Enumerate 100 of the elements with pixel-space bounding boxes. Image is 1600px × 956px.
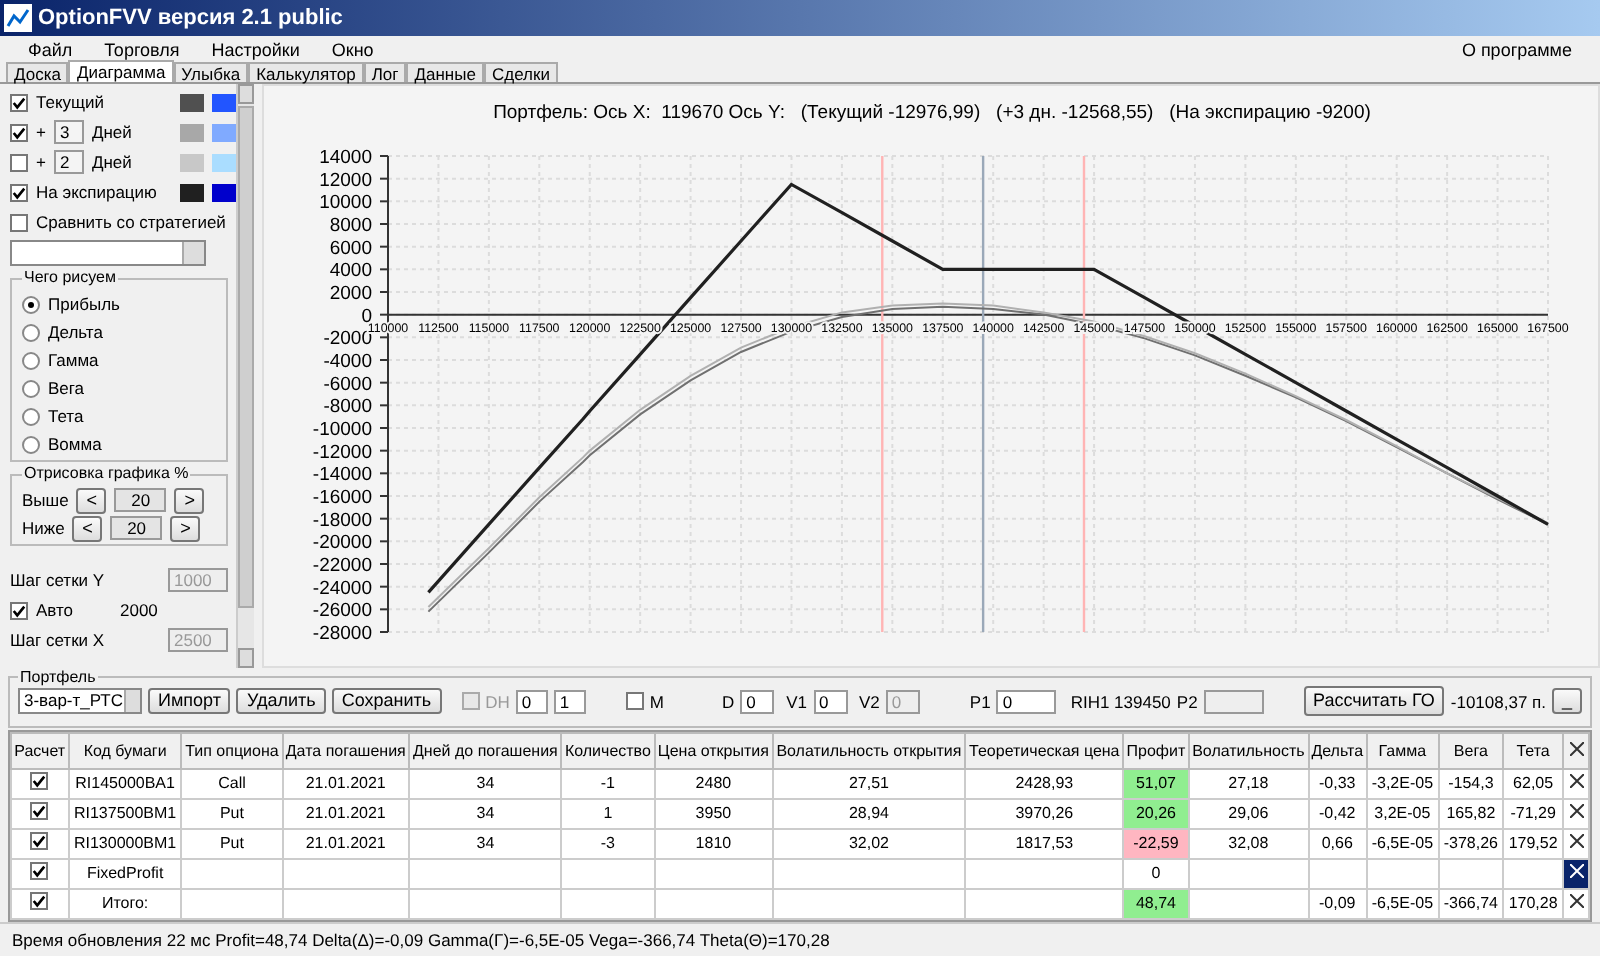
percent-field[interactable]: 20 [110, 516, 163, 540]
tab[interactable]: Диаграмма [68, 60, 174, 82]
margin-value: -10108,37 п. [1450, 691, 1546, 711]
strategy-dropdown[interactable] [10, 240, 206, 266]
table-cell: 62,05 [1513, 774, 1554, 792]
table-cell: Итого: [101, 894, 149, 912]
menu-item[interactable]: Настройки [195, 39, 316, 59]
grid-step-value: 2000 [120, 600, 158, 620]
radio-button[interactable] [22, 435, 40, 453]
checkbox[interactable] [10, 93, 28, 111]
close-icon[interactable] [1569, 774, 1583, 788]
input-field[interactable]: 0 [813, 689, 847, 713]
table-cell: 2480 [695, 774, 732, 792]
column-header: Дней до погашения [409, 733, 562, 769]
color-swatch[interactable] [212, 183, 236, 201]
close-icon[interactable] [1569, 804, 1583, 818]
increase-button[interactable]: > [170, 515, 201, 541]
close-icon[interactable] [1569, 894, 1583, 908]
checkbox[interactable] [30, 832, 49, 850]
profit-cell: -22,59 [1123, 829, 1189, 859]
checkbox[interactable] [10, 153, 28, 171]
tab[interactable]: Улыбка [173, 62, 249, 82]
table-cell: 29,06 [1228, 804, 1269, 822]
calculate-button[interactable]: Рассчитать ГО [1303, 686, 1445, 716]
portfolio-dropdown[interactable]: 3-вар-т_РТС [18, 688, 142, 714]
checkbox[interactable] [30, 802, 49, 820]
field-label: V1 [786, 691, 807, 711]
column-header: Цена открытия [654, 733, 773, 769]
axis-label: -8000 [323, 396, 372, 419]
series-label: На экспирацию [36, 182, 159, 202]
table-cell: 1 [603, 804, 613, 822]
table-cell: 34 [476, 804, 495, 822]
table-cell: 21.01.2021 [305, 804, 386, 822]
color-swatch[interactable] [180, 153, 204, 171]
spin-field[interactable]: 0 [515, 689, 548, 713]
table-cell: -0,42 [1319, 804, 1356, 822]
tab[interactable]: Калькулятор [248, 62, 364, 82]
decrease-button[interactable]: < [72, 515, 103, 541]
menu-item[interactable]: Файл [12, 39, 89, 59]
axis-label: -10000 [312, 419, 372, 441]
toolbar-button[interactable]: Сохранить [331, 688, 442, 714]
small-button[interactable]: _ [1552, 688, 1582, 714]
profit-cell: 51,07 [1123, 769, 1189, 799]
toolbar-button[interactable]: Удалить [236, 688, 326, 714]
radio-button[interactable] [22, 351, 40, 369]
axis-label: -18000 [312, 509, 372, 532]
table-cell: -378,26 [1443, 834, 1498, 852]
scrollbar[interactable] [236, 84, 254, 668]
axis-label: -26000 [312, 600, 372, 623]
radio-button[interactable] [22, 295, 40, 313]
color-swatch[interactable] [180, 183, 204, 201]
table-cell: -6,5E-05 [1371, 834, 1434, 852]
days-field[interactable]: 2 [53, 150, 84, 174]
radio-button[interactable] [22, 379, 40, 397]
column-header: Теоретическая цена [965, 733, 1124, 769]
close-icon[interactable] [1569, 834, 1583, 848]
checkbox[interactable] [10, 601, 28, 619]
grid-step-label: Шаг сетки X [10, 630, 107, 650]
axis-label: -22000 [312, 555, 372, 577]
column-header: Код бумаги [68, 733, 182, 769]
tab[interactable]: Данные [406, 62, 484, 82]
percent-field[interactable]: 20 [114, 488, 167, 512]
radio-button[interactable] [22, 323, 40, 341]
color-swatch[interactable] [212, 93, 236, 111]
input-field[interactable]: 0 [996, 689, 1057, 713]
radio-button[interactable] [22, 407, 40, 425]
table-cell: 3950 [695, 804, 732, 822]
tab[interactable]: Доска [6, 62, 69, 82]
menu-item[interactable]: Окно [315, 39, 390, 59]
field-label: D [721, 691, 735, 711]
menu-item[interactable]: О программе [1445, 39, 1588, 59]
profit-cell: 0 [1123, 859, 1189, 889]
increase-button[interactable]: > [174, 487, 205, 513]
tab[interactable]: Сделки [483, 62, 558, 82]
input-field[interactable]: 0 [740, 689, 775, 713]
series-label: Дней [91, 152, 134, 172]
column-header: Вега [1438, 733, 1504, 769]
checkbox[interactable] [10, 123, 28, 141]
color-swatch[interactable] [180, 93, 204, 111]
checkbox[interactable] [30, 772, 49, 790]
color-swatch[interactable] [212, 153, 236, 171]
checkbox[interactable] [10, 183, 28, 201]
chart-title: Портфель: Ось X: 119670 Ось Y: (Текущий -12976,99) (+3 дн. -12568,55) (На экспирацию -9200) [493, 102, 1371, 124]
table-cell: 27,18 [1228, 774, 1269, 792]
decrease-button[interactable]: < [76, 487, 107, 513]
checkbox[interactable] [30, 862, 49, 880]
checkbox[interactable] [625, 692, 644, 710]
table-cell: Put [219, 804, 244, 822]
color-swatch[interactable] [212, 123, 236, 141]
color-swatch[interactable] [180, 123, 204, 141]
axis-label: -4000 [323, 351, 372, 373]
menu-item[interactable]: Торговля [88, 39, 196, 59]
table-cell: -0,09 [1319, 894, 1356, 912]
checkbox[interactable] [30, 892, 49, 910]
tab[interactable]: Лог [363, 62, 407, 82]
table-cell: FixedProfit [86, 864, 164, 882]
toolbar-button[interactable]: Импорт [148, 688, 231, 714]
checkbox[interactable] [10, 213, 28, 231]
spin-field[interactable]: 1 [553, 689, 586, 713]
days-field[interactable]: 3 [53, 120, 84, 144]
